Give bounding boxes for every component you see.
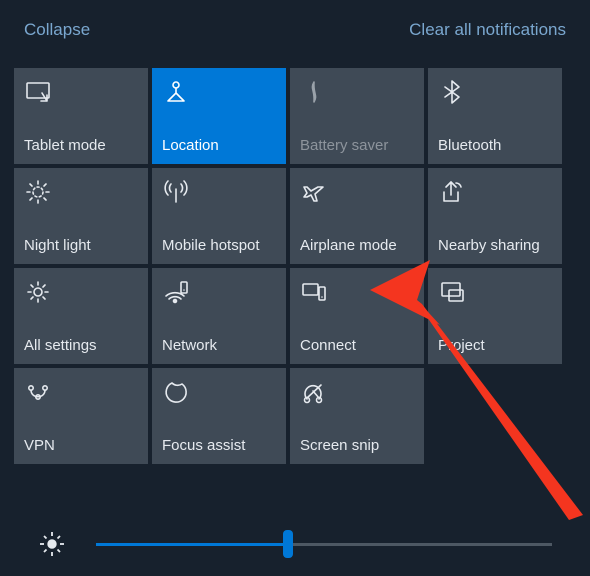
tile-label: Tablet mode (24, 137, 138, 154)
battery-saver-icon (300, 78, 328, 106)
network-icon (162, 278, 190, 306)
clear-notifications-link[interactable]: Clear all notifications (409, 20, 566, 40)
tile-label: Night light (24, 237, 138, 254)
tile-vpn[interactable]: VPN (14, 368, 148, 464)
tablet-mode-icon (24, 78, 52, 106)
tile-label: Connect (300, 337, 414, 354)
tile-label: Focus assist (162, 437, 276, 454)
tile-mobile-hotspot[interactable]: Mobile hotspot (152, 168, 286, 264)
tile-all-settings[interactable]: All settings (14, 268, 148, 364)
action-center-panel: Collapse Clear all notifications Tablet … (0, 0, 590, 576)
collapse-link[interactable]: Collapse (24, 20, 90, 40)
tile-project[interactable]: Project (428, 268, 562, 364)
tile-focus-assist[interactable]: Focus assist (152, 368, 286, 464)
slider-thumb[interactable] (283, 530, 293, 558)
slider-fill (96, 543, 288, 546)
bluetooth-icon (438, 78, 466, 106)
tile-label: Screen snip (300, 437, 414, 454)
tile-label: Location (162, 137, 276, 154)
tile-label: Mobile hotspot (162, 237, 276, 254)
night-light-icon (24, 178, 52, 206)
quick-actions-grid: Tablet mode Location Battery saver Bluet… (0, 50, 590, 464)
tile-airplane-mode[interactable]: Airplane mode (290, 168, 424, 264)
brightness-slider[interactable] (96, 532, 552, 556)
tile-screen-snip[interactable]: Screen snip (290, 368, 424, 464)
brightness-icon (38, 530, 66, 558)
focus-assist-icon (162, 378, 190, 406)
tile-label: Project (438, 337, 552, 354)
tile-location[interactable]: Location (152, 68, 286, 164)
tile-label: Airplane mode (300, 237, 414, 254)
top-links: Collapse Clear all notifications (0, 0, 590, 50)
settings-icon (24, 278, 52, 306)
tile-label: VPN (24, 437, 138, 454)
tile-label: Network (162, 337, 276, 354)
tile-bluetooth[interactable]: Bluetooth (428, 68, 562, 164)
location-icon (162, 78, 190, 106)
hotspot-icon (162, 178, 190, 206)
vpn-icon (24, 378, 52, 406)
tile-label: Battery saver (300, 137, 414, 154)
connect-icon (300, 278, 328, 306)
tile-label: All settings (24, 337, 138, 354)
tile-nearby-sharing[interactable]: Nearby sharing (428, 168, 562, 264)
tile-battery-saver[interactable]: Battery saver (290, 68, 424, 164)
tile-label: Bluetooth (438, 137, 552, 154)
tile-label: Nearby sharing (438, 237, 552, 254)
tile-connect[interactable]: Connect (290, 268, 424, 364)
airplane-icon (300, 178, 328, 206)
tile-tablet-mode[interactable]: Tablet mode (14, 68, 148, 164)
tile-night-light[interactable]: Night light (14, 168, 148, 264)
slider-track (96, 543, 552, 546)
brightness-control (0, 530, 590, 558)
screen-snip-icon (300, 378, 328, 406)
project-icon (438, 278, 466, 306)
tile-network[interactable]: Network (152, 268, 286, 364)
share-icon (438, 178, 466, 206)
